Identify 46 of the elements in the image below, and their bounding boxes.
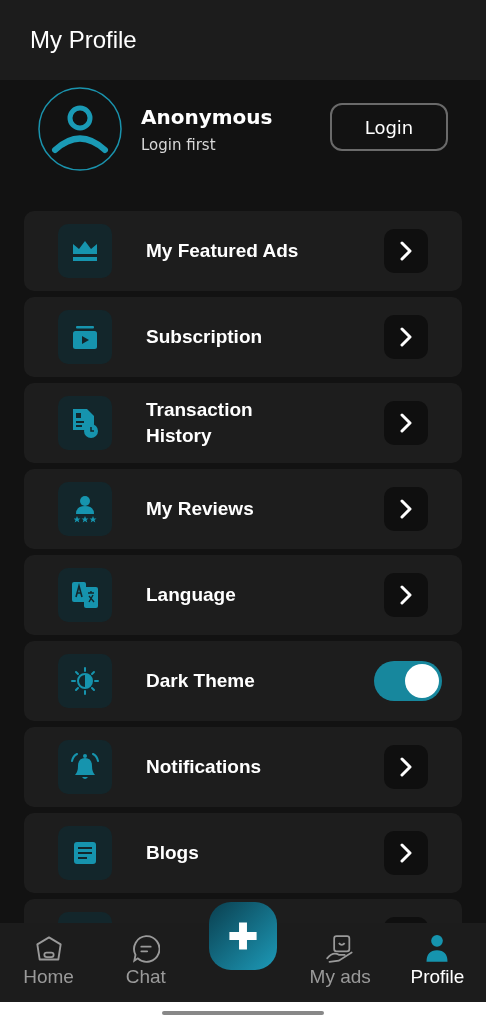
menu-item[interactable]: Transaction History — [24, 383, 462, 463]
translate-icon — [71, 581, 99, 609]
chat-icon — [131, 935, 160, 963]
document-clock-icon — [71, 407, 99, 439]
menu-label: Dark Theme — [146, 669, 256, 693]
home-icon — [34, 935, 63, 963]
toggle-switch[interactable] — [374, 661, 442, 701]
page-title: My Profile — [30, 26, 137, 54]
menu-item[interactable]: My Reviews — [24, 469, 462, 549]
login-hint: Login first — [141, 135, 217, 154]
nav-tab[interactable]: Home — [0, 935, 98, 1002]
person-stars-icon — [73, 494, 97, 524]
nav-tab[interactable]: Profile — [388, 935, 486, 1002]
brightness-icon — [71, 667, 99, 695]
chevron-right-icon — [400, 327, 412, 347]
chevron-right-icon — [400, 843, 412, 863]
nav-tab[interactable]: My ads — [291, 935, 389, 1002]
menu-item[interactable]: Dark Theme — [24, 641, 462, 721]
menu-label: Blogs — [146, 841, 200, 865]
video-icon — [72, 324, 98, 350]
menu-item[interactable]: Subscription — [24, 297, 462, 377]
chevron-right-icon — [400, 499, 412, 519]
menu-label: Transaction History — [146, 398, 254, 448]
menu-item[interactable]: Blogs — [24, 813, 462, 893]
article-icon — [73, 841, 97, 865]
add-button[interactable] — [209, 902, 277, 970]
bell-icon — [71, 753, 99, 781]
plus-icon — [226, 919, 260, 953]
hand-bag-icon — [326, 935, 355, 963]
chevron-right-icon — [400, 241, 412, 261]
chevron-right-icon — [400, 757, 412, 777]
menu-label: Subscription — [146, 325, 264, 349]
menu-item[interactable]: Notifications — [24, 727, 462, 807]
avatar-icon — [38, 87, 122, 171]
crown-icon — [72, 240, 98, 262]
login-button[interactable]: Login — [330, 103, 448, 151]
menu-item[interactable]: My Featured Ads — [24, 211, 462, 291]
chevron-right-icon — [400, 413, 412, 433]
menu-label: My Reviews — [146, 497, 255, 521]
chevron-right-icon — [400, 585, 412, 605]
menu-label: My Featured Ads — [146, 239, 300, 263]
menu-label: Notifications — [146, 755, 263, 779]
nav-tab[interactable]: Chat — [97, 935, 195, 1002]
menu-label: Language — [146, 583, 237, 607]
menu-item[interactable]: Language — [24, 555, 462, 635]
user-name: Anonymous — [141, 104, 274, 129]
